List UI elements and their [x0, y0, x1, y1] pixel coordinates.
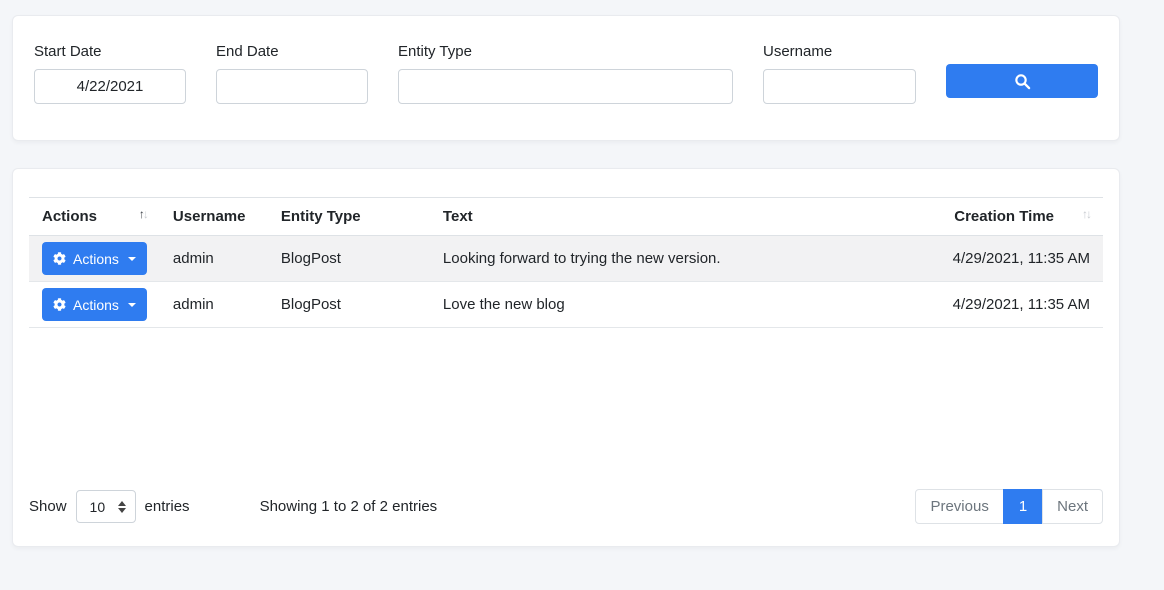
- gear-icon: [53, 252, 66, 265]
- column-label: Creation Time: [954, 208, 1054, 225]
- text-cell: Love the new blog: [430, 282, 903, 328]
- comments-table-panel: Actions ↑↓ Username Entity Type Text Cre…: [12, 168, 1120, 547]
- filter-field-entity-type: Entity Type: [398, 43, 733, 140]
- creation-time-cell: 4/29/2021, 11:35 AM: [903, 236, 1103, 282]
- filter-field-username: Username: [763, 43, 916, 140]
- table-row: Actions admin BlogPost Love the new blog…: [29, 282, 1103, 328]
- comments-table: Actions ↑↓ Username Entity Type Text Cre…: [29, 197, 1103, 328]
- page-size-value: 10: [90, 499, 106, 515]
- end-date-label: End Date: [216, 43, 368, 60]
- entity-type-input[interactable]: [398, 69, 733, 104]
- username-label: Username: [763, 43, 916, 60]
- entries-label: entries: [145, 498, 190, 515]
- filter-field-end-date: End Date: [216, 43, 368, 140]
- table-header-row: Actions ↑↓ Username Entity Type Text Cre…: [29, 198, 1103, 236]
- gear-icon: [53, 298, 66, 311]
- column-header-creation-time[interactable]: Creation Time ↑↓: [903, 198, 1103, 236]
- entity-type-label: Entity Type: [398, 43, 733, 60]
- select-arrows-icon: [118, 501, 126, 513]
- start-date-label: Start Date: [34, 43, 186, 60]
- column-header-actions[interactable]: Actions ↑↓: [29, 198, 160, 236]
- entity-type-cell: BlogPost: [268, 236, 430, 282]
- sort-icon: ↑↓: [139, 208, 147, 220]
- entries-summary: Showing 1 to 2 of 2 entries: [260, 498, 438, 515]
- column-label: Username: [173, 208, 246, 225]
- actions-cell: Actions: [29, 282, 160, 328]
- start-date-input[interactable]: [34, 69, 186, 104]
- end-date-input[interactable]: [216, 69, 368, 104]
- show-label: Show: [29, 498, 67, 515]
- pagination-previous[interactable]: Previous: [915, 489, 1003, 524]
- text-cell: Looking forward to trying the new versio…: [430, 236, 903, 282]
- column-header-text[interactable]: Text: [430, 198, 903, 236]
- caret-down-icon: [128, 257, 136, 261]
- column-label: Text: [443, 208, 473, 225]
- sort-icon: ↑↓: [1082, 208, 1090, 220]
- search-button[interactable]: [946, 64, 1098, 98]
- pagination-page-1[interactable]: 1: [1003, 489, 1043, 524]
- creation-time-cell: 4/29/2021, 11:35 AM: [903, 282, 1103, 328]
- username-input[interactable]: [763, 69, 916, 104]
- column-label: Actions: [42, 208, 97, 225]
- row-actions-button[interactable]: Actions: [42, 288, 147, 321]
- table-footer: Show 10 entries Showing 1 to 2 of 2 entr…: [29, 489, 1103, 524]
- actions-cell: Actions: [29, 236, 160, 282]
- column-header-username[interactable]: Username: [160, 198, 268, 236]
- username-cell: admin: [160, 282, 268, 328]
- search-button-column: [946, 64, 1098, 140]
- actions-button-label: Actions: [73, 251, 119, 267]
- actions-button-label: Actions: [73, 297, 119, 313]
- page-size-select[interactable]: 10: [76, 490, 136, 523]
- caret-down-icon: [128, 303, 136, 307]
- filter-field-start-date: Start Date: [34, 43, 186, 140]
- pagination-next[interactable]: Next: [1042, 489, 1103, 524]
- pagination: Previous 1 Next: [915, 489, 1103, 524]
- search-icon: [1014, 73, 1031, 90]
- column-header-entity-type[interactable]: Entity Type: [268, 198, 430, 236]
- username-cell: admin: [160, 236, 268, 282]
- filter-panel: Start Date End Date Entity Type Username: [12, 15, 1120, 141]
- row-actions-button[interactable]: Actions: [42, 242, 147, 275]
- column-label: Entity Type: [281, 208, 361, 225]
- table-row: Actions admin BlogPost Looking forward t…: [29, 236, 1103, 282]
- entity-type-cell: BlogPost: [268, 282, 430, 328]
